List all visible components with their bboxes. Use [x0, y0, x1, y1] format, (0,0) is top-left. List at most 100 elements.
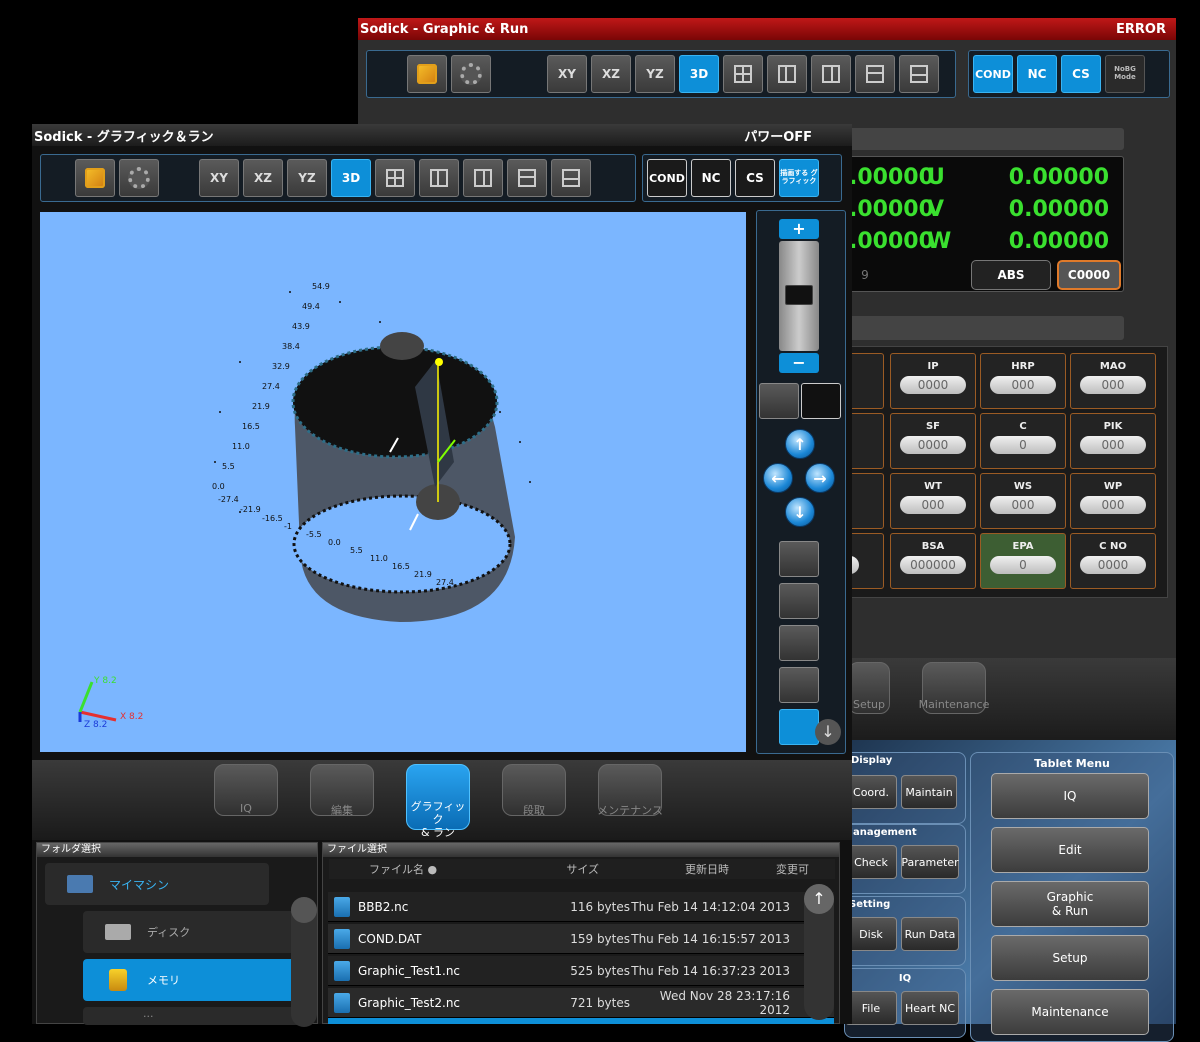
memory-icon [109, 969, 127, 991]
param-value[interactable]: 0000 [900, 376, 966, 394]
file-date: Thu Feb 14 16:15:57 2013 [631, 931, 790, 946]
fit-view-button[interactable] [779, 667, 819, 703]
folder-scroll-thumb[interactable] [291, 897, 317, 923]
file-scrollbar[interactable]: ↑ [804, 884, 834, 1020]
back-cube-button[interactable] [407, 55, 447, 93]
back-view-yz[interactable]: YZ [635, 55, 675, 93]
rotate-view-button[interactable] [779, 541, 819, 577]
back-layout-quad[interactable] [723, 55, 763, 93]
tablet-maintenance-button[interactable]: Maintenance [991, 989, 1149, 1035]
folder-memory[interactable]: メモリ [83, 959, 307, 1001]
front-view-yz[interactable]: YZ [287, 159, 327, 197]
back-settings-button[interactable] [451, 55, 491, 93]
back-layout-bottom[interactable] [899, 55, 939, 93]
param-value[interactable]: 0000 [900, 436, 966, 454]
folder-scrollbar[interactable] [291, 897, 317, 1027]
param-value[interactable]: 000 [990, 496, 1056, 514]
back-nobg-button[interactable]: NoBG Mode [1105, 55, 1145, 93]
file-row[interactable]: Graphic_Test2.nc 721 bytes Wed Nov 28 23:1… [328, 988, 834, 1018]
front-layout-bottom[interactable] [551, 159, 591, 197]
header-filename[interactable]: ファイル名 ● [329, 861, 529, 877]
run-data-button[interactable]: Run Data [901, 917, 959, 951]
file-row[interactable]: BBB2.nc 116 bytes Thu Feb 14 14:12:04 2013 [328, 892, 834, 922]
zoom-slider[interactable] [779, 241, 819, 351]
param-value[interactable]: 0000 [1080, 556, 1146, 574]
file-button[interactable]: File [845, 991, 897, 1025]
disk-button[interactable]: Disk [845, 917, 897, 951]
back-cond-button[interactable]: COND [973, 55, 1013, 93]
param-value[interactable]: 0 [990, 556, 1056, 574]
param-value[interactable]: 000 [1080, 496, 1146, 514]
zoom-in-button[interactable]: + [779, 219, 819, 239]
pan-right-button[interactable]: → [805, 463, 835, 493]
back-layout-left[interactable] [767, 55, 807, 93]
front-layout-left[interactable] [419, 159, 459, 197]
back-layout-top[interactable] [855, 55, 895, 93]
header-editable[interactable]: 変更可 [729, 861, 809, 877]
folder-disk[interactable]: ディスク [83, 911, 307, 953]
tablet-setup-button[interactable]: Setup [991, 935, 1149, 981]
check-button[interactable]: Check [845, 845, 897, 879]
cube-icon [417, 64, 437, 84]
x-scale-label: 11.0 [370, 554, 388, 563]
tablet-edit-button[interactable]: Edit [991, 827, 1149, 873]
param-value[interactable]: 000 [1080, 376, 1146, 394]
hand-pan-button[interactable] [779, 583, 819, 619]
tablet-graphic-run-button[interactable]: Graphic & Run [991, 881, 1149, 927]
header-date[interactable]: 更新日時 [599, 861, 729, 877]
back-layout-right[interactable] [811, 55, 851, 93]
back-view-xz[interactable]: XZ [591, 55, 631, 93]
front-layout-right[interactable] [463, 159, 503, 197]
pan-left-button[interactable]: ← [763, 463, 793, 493]
param-value[interactable]: 0 [990, 436, 1056, 454]
pan-down-button[interactable]: ↓ [785, 497, 815, 527]
zoom-out-button[interactable]: − [779, 353, 819, 373]
front-view-3d[interactable]: 3D [331, 159, 371, 197]
view-mode-button[interactable] [759, 383, 799, 419]
front-layout-quad[interactable] [375, 159, 415, 197]
front-nc-button[interactable]: NC [691, 159, 731, 197]
c-code-button[interactable]: C0000 [1057, 260, 1121, 290]
abs-button[interactable]: ABS [971, 260, 1051, 290]
back-nc-button[interactable]: NC [1017, 55, 1057, 93]
coord-button[interactable]: Coord. [845, 775, 897, 809]
front-view-xz[interactable]: XZ [243, 159, 283, 197]
front-settings-button[interactable] [119, 159, 159, 197]
parameter-button[interactable]: Parameter [901, 845, 959, 879]
param-value[interactable]: 000000 [900, 556, 966, 574]
zoom-tool-button[interactable] [779, 625, 819, 661]
header-size[interactable]: サイズ [529, 861, 599, 877]
layout-bottom-icon [910, 65, 928, 83]
front-cube-button[interactable] [75, 159, 115, 197]
file-row-selected[interactable] [328, 1018, 834, 1024]
front-layout-top[interactable] [507, 159, 547, 197]
pan-up-button[interactable]: ↑ [785, 429, 815, 459]
front-view-xy[interactable]: XY [199, 159, 239, 197]
file-row[interactable]: COND.DAT 159 bytes Thu Feb 14 16:15:57 201… [328, 924, 834, 954]
back-setup-label: Setup [852, 698, 886, 711]
back-view-3d[interactable]: 3D [679, 55, 719, 93]
graphic-viewport[interactable]: 54.9 49.4 43.9 38.4 32.9 27.4 21.9 16.5 … [40, 212, 746, 752]
back-view-xy[interactable]: XY [547, 55, 587, 93]
scroll-down-button[interactable]: ↓ [815, 719, 841, 745]
folder-my-machine[interactable]: マイマシン [45, 863, 269, 905]
param-value[interactable]: 000 [900, 496, 966, 514]
param-label: PIK [1103, 421, 1123, 432]
scroll-up-button[interactable]: ↑ [804, 884, 834, 914]
zoom-slider-thumb[interactable] [785, 285, 813, 305]
reset-view-button[interactable] [779, 709, 819, 745]
param-value[interactable]: 000 [1080, 436, 1146, 454]
front-cond-button[interactable]: COND [647, 159, 687, 197]
file-row[interactable]: Graphic_Test1.nc 525 bytes Thu Feb 14 16:3… [328, 956, 834, 986]
back-title: Sodick - Graphic & Run [360, 21, 529, 37]
front-draw-graphic-button[interactable]: 描画する グラフィック [779, 159, 819, 197]
maintain-button[interactable]: Maintain [901, 775, 957, 809]
view-mode-alt-button[interactable] [801, 383, 841, 419]
folder-more[interactable]: ... [83, 1007, 307, 1025]
param-value[interactable]: 000 [990, 376, 1056, 394]
coord-axis: W [927, 228, 952, 254]
back-cs-button[interactable]: CS [1061, 55, 1101, 93]
tablet-iq-button[interactable]: IQ [991, 773, 1149, 819]
front-cs-button[interactable]: CS [735, 159, 775, 197]
heart-nc-button[interactable]: Heart NC [901, 991, 959, 1025]
